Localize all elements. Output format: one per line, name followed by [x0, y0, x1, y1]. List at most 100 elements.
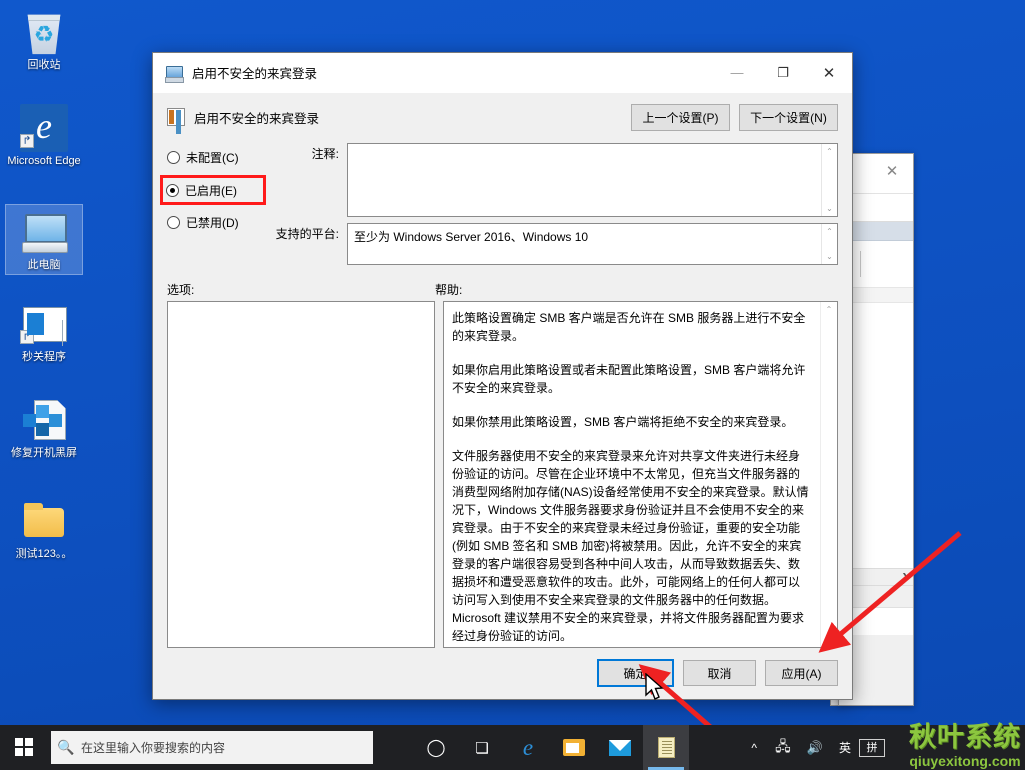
- file-cube-icon: [20, 396, 68, 444]
- microsoft-edge-icon: [20, 104, 68, 152]
- watermark-chinese: 秋叶系统: [909, 722, 1021, 753]
- platform-row: 支持的平台: 至少为 Windows Server 2016、Windows 1…: [263, 223, 838, 265]
- ime-pinyin-indicator[interactable]: 拼: [859, 738, 885, 757]
- panes-container: 此策略设置确定 SMB 客户端是否允许在 SMB 服务器上进行不安全的来宾登录。…: [153, 301, 852, 648]
- help-label: 帮助:: [435, 283, 463, 297]
- radio-button-circle: [167, 216, 180, 229]
- comment-textarea[interactable]: ⌃ ⌄: [347, 143, 838, 217]
- desktop-icon-label: 此电脑: [27, 259, 61, 271]
- radio-button-circle: [167, 151, 180, 164]
- ime-pinyin-label: 拼: [866, 741, 878, 754]
- recycle-bin-icon: [27, 14, 61, 55]
- radio-button-circle: [166, 183, 179, 197]
- volume-icon[interactable]: 🔊: [799, 725, 831, 770]
- taskbar-app-buttons: ◯ ❏ e: [413, 725, 689, 770]
- dialog-title: 启用不安全的来宾登录: [192, 67, 318, 81]
- scroll-up-icon[interactable]: ⌃: [826, 305, 833, 314]
- radio-label: 未配置(C): [186, 151, 239, 165]
- setting-name-label: 启用不安全的来宾登录: [194, 111, 320, 126]
- desktop-icon-label: 修复开机黑屏: [11, 447, 77, 459]
- platform-label: 支持的平台:: [275, 227, 339, 241]
- configuration-area: 未配置(C) 已启用(E) 已禁用(D) 注释: ⌃ ⌄ 支持的平台: 至少为 …: [153, 135, 852, 271]
- scroll-up-icon[interactable]: ⌃: [826, 147, 833, 156]
- comment-value: [348, 144, 821, 216]
- shortcut-arrow-icon: [20, 330, 34, 344]
- taskbar-mail-icon[interactable]: [597, 725, 643, 770]
- watermark-url: qiuyexitong.com: [909, 753, 1021, 769]
- policy-setting-icon: [165, 64, 184, 83]
- taskbar-file-explorer-icon[interactable]: [551, 725, 597, 770]
- scroll-down-icon[interactable]: ⌄: [826, 635, 833, 644]
- shortcut-arrow-icon: [20, 134, 34, 148]
- radio-enabled[interactable]: 已启用(E): [160, 175, 266, 205]
- platform-textarea: 至少为 Windows Server 2016、Windows 10 ⌃ ⌄: [347, 223, 838, 265]
- ok-button[interactable]: 确定: [597, 659, 674, 687]
- show-hidden-icons-button[interactable]: ^: [741, 725, 767, 770]
- help-scrollbar[interactable]: ⌃ ⌄: [820, 302, 837, 647]
- desktop-icon-label: 测试123。。: [15, 548, 73, 560]
- desktop-icon-test-folder[interactable]: 测试123。。: [6, 497, 82, 561]
- apply-button[interactable]: 应用(A): [765, 660, 838, 686]
- comment-label: 注释:: [311, 147, 339, 161]
- desktop-icon-quick-close-program[interactable]: 秒关程序: [6, 300, 82, 364]
- folder-icon: [20, 497, 68, 545]
- help-paragraph: 文件服务器使用不安全的来宾登录来允许对共享文件夹进行未经身份验证的访问。尽管在企…: [452, 449, 809, 643]
- desktop-icon-label: 秒关程序: [22, 351, 66, 363]
- search-placeholder: 在这里输入你要搜索的内容: [81, 741, 226, 755]
- radio-label: 已禁用(D): [186, 216, 239, 230]
- search-input[interactable]: 🔍 在这里输入你要搜索的内容: [51, 731, 373, 764]
- taskbar-microsoft-edge-icon[interactable]: e: [505, 725, 551, 770]
- start-button[interactable]: [0, 725, 48, 770]
- options-label: 选项:: [167, 283, 195, 297]
- state-radio-group: 未配置(C) 已启用(E) 已禁用(D): [160, 143, 266, 271]
- this-pc-icon: [20, 208, 68, 256]
- desktop-icon-fix-black-screen[interactable]: 修复开机黑屏: [6, 396, 82, 460]
- desktop-icon-microsoft-edge[interactable]: Microsoft Edge: [6, 104, 82, 168]
- program-window-icon: [20, 300, 68, 348]
- taskbar-group-policy-editor-icon[interactable]: [643, 725, 689, 770]
- ime-language-indicator[interactable]: 英: [831, 725, 859, 770]
- scroll-up-icon[interactable]: ⌃: [826, 227, 833, 236]
- taskbar-task-view-icon[interactable]: ❏: [459, 725, 505, 770]
- help-paragraph: 如果你启用此策略设置或者未配置此策略设置，SMB 客户端将允许不安全的来宾登录。: [452, 363, 806, 395]
- cancel-button[interactable]: 取消: [683, 660, 756, 686]
- radio-not-configured[interactable]: 未配置(C): [167, 147, 263, 168]
- scroll-down-icon[interactable]: ⌄: [826, 204, 833, 213]
- help-pane: 此策略设置确定 SMB 客户端是否允许在 SMB 服务器上进行不安全的来宾登录。…: [443, 301, 838, 648]
- desktop-icon-recycle-bin[interactable]: 回收站: [6, 8, 82, 72]
- network-icon[interactable]: 🖧: [767, 725, 799, 770]
- help-paragraph: 如果你禁用此策略设置，SMB 客户端将拒绝不安全的来宾登录。: [452, 415, 794, 429]
- next-setting-button[interactable]: 下一个设置(N): [739, 103, 838, 131]
- radio-label: 已启用(E): [185, 183, 237, 198]
- comment-row: 注释: ⌃ ⌄: [263, 143, 838, 217]
- pane-labels: 选项: 帮助:: [153, 271, 852, 301]
- platform-scrollbar[interactable]: ⌃ ⌄: [821, 224, 837, 264]
- desktop-icon-label: Microsoft Edge: [7, 155, 81, 167]
- dialog-titlebar: 启用不安全的来宾登录 — ❐ ✕: [153, 53, 852, 93]
- watermark: 秋叶系统 qiuyexitong.com: [909, 724, 1021, 768]
- close-icon[interactable]: ✕: [881, 162, 903, 182]
- minimize-button[interactable]: —: [714, 53, 760, 93]
- fields-column: 注释: ⌃ ⌄ 支持的平台: 至少为 Windows Server 2016、W…: [263, 143, 838, 271]
- desktop-icon-label: 回收站: [27, 59, 61, 71]
- group-policy-setting-dialog[interactable]: 启用不安全的来宾登录 — ❐ ✕ 启用不安全的来宾登录 上一个设置(P) 下一个…: [152, 52, 853, 700]
- maximize-button[interactable]: ❐: [760, 53, 806, 93]
- taskbar-cortana-icon[interactable]: ◯: [413, 725, 459, 770]
- radio-disabled[interactable]: 已禁用(D): [167, 212, 263, 233]
- previous-setting-button[interactable]: 上一个设置(P): [631, 103, 730, 131]
- help-paragraph: 此策略设置确定 SMB 客户端是否允许在 SMB 服务器上进行不安全的来宾登录。: [452, 311, 806, 343]
- help-text: 此策略设置确定 SMB 客户端是否允许在 SMB 服务器上进行不安全的来宾登录。…: [444, 302, 820, 647]
- desktop-icon-this-pc[interactable]: 此电脑: [5, 204, 83, 275]
- desktop: 回收站 Microsoft Edge 此电脑 秒关程序 修复开机黑屏 测试123…: [0, 0, 1025, 770]
- scroll-down-icon[interactable]: ⌄: [826, 252, 833, 261]
- dialog-header: 启用不安全的来宾登录 上一个设置(P) 下一个设置(N): [153, 93, 852, 135]
- platform-value: 至少为 Windows Server 2016、Windows 10: [354, 230, 589, 244]
- dialog-footer: 确定 取消 应用(A): [153, 648, 852, 699]
- windows-logo-icon: [14, 738, 34, 757]
- close-button[interactable]: ✕: [806, 53, 852, 93]
- policy-list-icon: [167, 108, 185, 126]
- options-pane[interactable]: [167, 301, 435, 648]
- taskbar: 🔍 在这里输入你要搜索的内容 ◯ ❏ e ^ 🖧 🔊 英 拼: [0, 725, 1025, 770]
- search-icon: 🔍: [57, 739, 75, 755]
- comment-scrollbar[interactable]: ⌃ ⌄: [821, 144, 837, 216]
